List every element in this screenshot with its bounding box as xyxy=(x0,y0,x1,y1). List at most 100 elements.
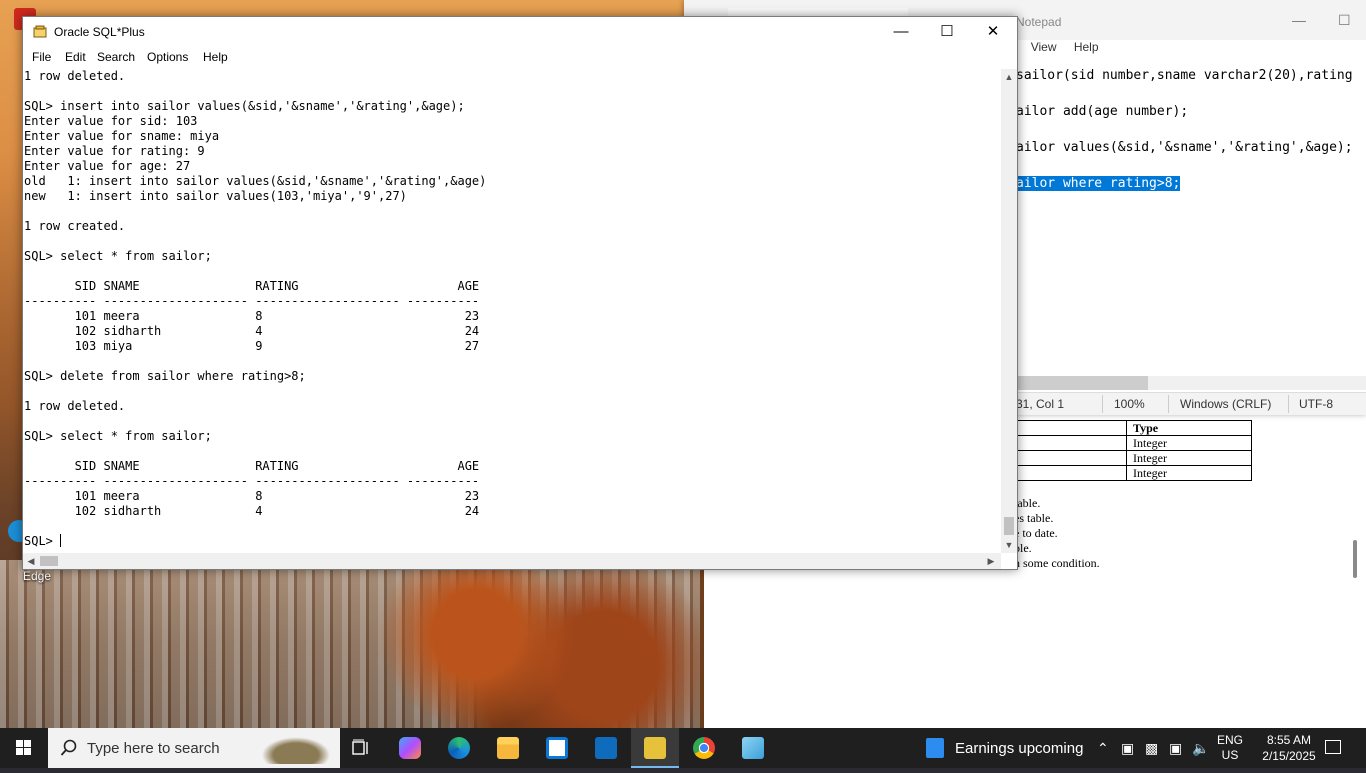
console-line: ---------- -------------------- --------… xyxy=(24,474,480,488)
close-icon[interactable]: ✕ xyxy=(970,17,1016,47)
console-line: 101 meera 8 23 xyxy=(24,489,480,503)
console-line: Enter value for sid: 103 xyxy=(24,114,198,128)
console-line: SQL> delete from sailor where rating>8; xyxy=(24,369,306,383)
meet-icon[interactable]: ▣ xyxy=(1121,740,1134,757)
notepad-line: ailor values(&sid,'&sname','&rating',&ag… xyxy=(1016,140,1353,155)
notepad-line: ailor add(age number); xyxy=(1016,104,1189,119)
sqlplus-taskbar-icon xyxy=(644,737,666,759)
console-prompt-line[interactable]: SQL> xyxy=(23,534,1001,549)
console-line: 101 meera 8 23 xyxy=(24,309,480,323)
document-table: Type Integer Integer Integer xyxy=(1004,420,1252,481)
notepad-text-area[interactable]: sailor(sid number,sname varchar2(20),rat… xyxy=(1016,58,1353,202)
store-button[interactable] xyxy=(533,728,581,768)
notepad-scroll-thumb[interactable] xyxy=(1016,376,1148,390)
search-highlight-image xyxy=(256,734,336,764)
region-code: US xyxy=(1221,748,1239,762)
document-scroll-thumb[interactable] xyxy=(1353,540,1357,578)
console-line: 102 sidharth 4 24 xyxy=(24,504,480,518)
document-scrollbar[interactable] xyxy=(1344,414,1366,728)
maximize-icon[interactable]: ☐ xyxy=(1338,12,1351,29)
document-line: h some condition. xyxy=(1014,556,1100,570)
network-icon[interactable]: ▣ xyxy=(1169,740,1182,757)
console-line: 103 miya 9 27 xyxy=(24,339,480,353)
store-icon xyxy=(546,737,568,759)
console-horizontal-scrollbar[interactable]: ◀ ▶ xyxy=(23,553,1001,569)
sqlplus-window[interactable]: Oracle SQL*Plus — ☐ ✕ File Edit Search O… xyxy=(22,16,1018,570)
console-line: ---------- -------------------- --------… xyxy=(24,294,480,308)
edge-button[interactable] xyxy=(435,728,483,768)
minimize-icon[interactable]: — xyxy=(878,17,924,47)
desktop-icon-label-edge: Edge xyxy=(23,569,52,583)
status-encoding: UTF-8 xyxy=(1299,397,1333,411)
scroll-left-icon[interactable]: ◀ xyxy=(23,553,39,569)
sqlplus-titlebar[interactable]: Oracle SQL*Plus — ☐ ✕ xyxy=(23,17,1017,47)
search-placeholder: Type here to search xyxy=(87,740,220,757)
wallpaper-cityscape xyxy=(0,560,700,728)
taskbar-clock[interactable]: 8:55 AM 2/15/2025 xyxy=(1256,732,1322,764)
sqlplus-menubar: File Edit Search Options Help xyxy=(23,47,1017,69)
console-line: new 1: insert into sailor values(103,'mi… xyxy=(24,189,407,203)
console-line: 1 row created. xyxy=(24,219,126,233)
table-cell: Integer xyxy=(1126,450,1252,466)
language-indicator[interactable]: ENG US xyxy=(1217,733,1243,763)
sqlplus-app-icon xyxy=(33,25,47,38)
minimize-icon[interactable]: — xyxy=(1292,12,1306,28)
clock-time: 8:55 AM xyxy=(1266,733,1312,747)
menu-edit[interactable]: Edit xyxy=(65,50,86,64)
notepad-horizontal-scrollbar[interactable] xyxy=(1016,376,1366,390)
notepad-taskbar-button[interactable] xyxy=(729,728,777,768)
news-widget[interactable]: Earnings upcoming xyxy=(916,728,1086,768)
console-vertical-scrollbar[interactable]: ▲ ▼ xyxy=(1001,69,1017,553)
notepad-menubar: t View Help xyxy=(1010,40,1113,54)
document-text: table. es table. e to date. ble. h some … xyxy=(1014,496,1100,571)
task-view-icon xyxy=(352,739,368,755)
console-line: SQL> select * from sailor; xyxy=(24,429,212,443)
console-scroll-thumb[interactable] xyxy=(1004,517,1014,535)
console-line: Enter value for rating: 9 xyxy=(24,144,205,158)
notepad-title: Notepad xyxy=(1016,15,1062,29)
scroll-down-icon[interactable]: ▼ xyxy=(1001,537,1017,553)
news-icon xyxy=(926,738,944,758)
chrome-icon xyxy=(693,737,715,759)
console-line: SQL> insert into sailor values(&sid,'&sn… xyxy=(24,99,465,113)
taskbar-search-box[interactable]: Type here to search xyxy=(48,728,340,768)
console-line: 1 row deleted. xyxy=(24,399,126,413)
outlook-button[interactable] xyxy=(582,728,630,768)
copilot-button[interactable] xyxy=(386,728,434,768)
document-line: ble. xyxy=(1014,541,1032,555)
menu-file[interactable]: File xyxy=(32,50,51,64)
scroll-up-icon[interactable]: ▲ xyxy=(1001,69,1017,85)
menu-help[interactable]: Help xyxy=(203,50,228,64)
clock-date: 2/15/2025 xyxy=(1262,749,1316,763)
console-line: Enter value for sname: miya xyxy=(24,129,220,143)
start-button[interactable] xyxy=(0,728,48,768)
task-view-button[interactable] xyxy=(336,728,384,768)
chrome-button[interactable] xyxy=(680,728,728,768)
console-line: SID SNAME RATING AGE xyxy=(24,459,480,473)
language-code: ENG xyxy=(1217,733,1244,747)
sqlplus-console[interactable]: 1 row deleted. SQL> insert into sailor va… xyxy=(23,69,1001,553)
console-hscroll-thumb[interactable] xyxy=(40,556,58,566)
menu-options[interactable]: Options xyxy=(147,50,188,64)
touchpad-icon[interactable]: ▩ xyxy=(1145,740,1158,757)
table-header-type: Type xyxy=(1126,420,1252,436)
menu-search[interactable]: Search xyxy=(97,50,135,64)
file-explorer-button[interactable] xyxy=(484,728,532,768)
document-line: es table. xyxy=(1014,511,1054,525)
notepad-menu-view[interactable]: View xyxy=(1031,40,1057,54)
notepad-menu-help[interactable]: Help xyxy=(1074,40,1099,54)
taskbar: Type here to search Earnings upcoming ⌃ … xyxy=(0,728,1366,768)
notification-icon[interactable] xyxy=(1325,740,1341,754)
scroll-right-icon[interactable]: ▶ xyxy=(983,553,999,569)
maximize-icon[interactable]: ☐ xyxy=(924,17,970,47)
volume-icon[interactable]: 🔈 xyxy=(1192,740,1209,757)
edge-icon xyxy=(448,737,470,759)
sqlplus-taskbar-button[interactable] xyxy=(631,728,679,768)
chevron-up-icon[interactable]: ⌃ xyxy=(1097,740,1109,757)
